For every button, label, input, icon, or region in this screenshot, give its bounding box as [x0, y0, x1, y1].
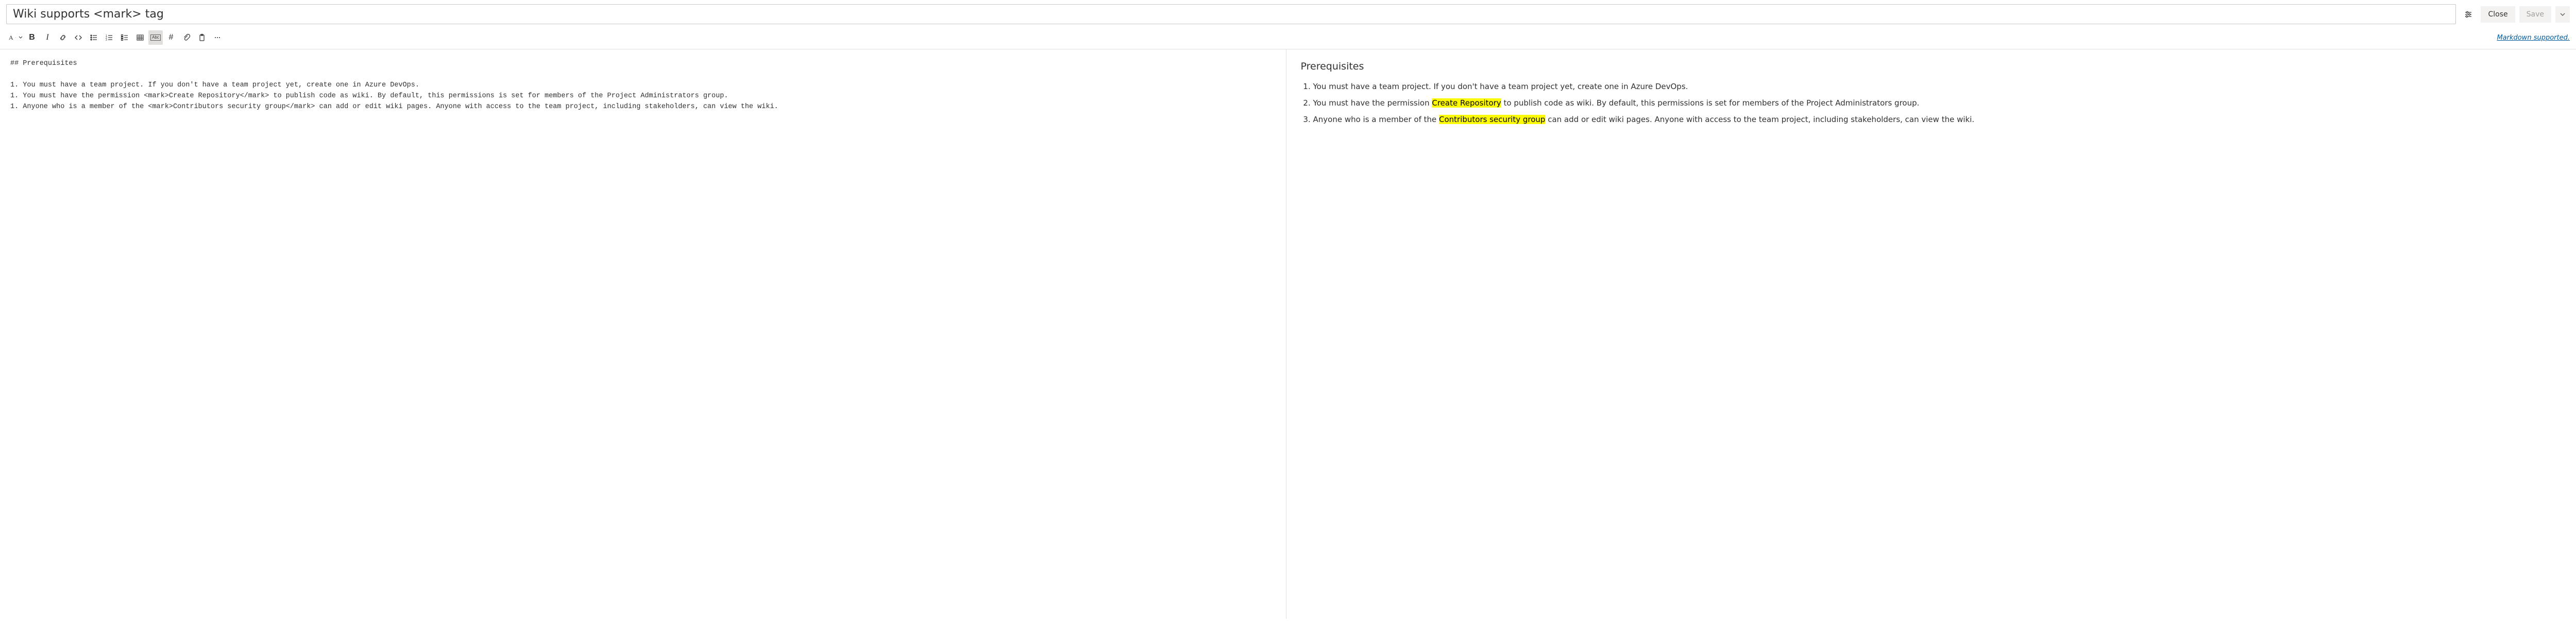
clipboard-icon [198, 33, 206, 42]
table-button[interactable] [133, 30, 147, 45]
code-button[interactable] [71, 30, 86, 45]
view-options-button[interactable] [2460, 6, 2477, 23]
link-icon [59, 33, 67, 42]
sliders-icon [2464, 10, 2472, 19]
close-button[interactable]: Close [2481, 6, 2515, 23]
bullet-list-button[interactable] [87, 30, 101, 45]
toolbar-row: A ⁄ B I [0, 28, 2576, 49]
bold-button[interactable]: B [25, 30, 39, 45]
save-dropdown-button[interactable] [2555, 6, 2570, 23]
paperclip-icon [182, 33, 191, 42]
preview-heading: Prerequisites [1301, 59, 2566, 74]
code-icon [74, 33, 82, 42]
italic-icon: I [46, 33, 48, 42]
svg-text:⁄: ⁄ [15, 37, 16, 39]
markdown-preview: Prerequisites You must have a team proje… [1286, 49, 2576, 619]
highlight: Contributors security group [1439, 115, 1545, 124]
attachment-button[interactable] [179, 30, 194, 45]
list-item: You must have a team project. If you don… [1313, 80, 2566, 93]
markdown-supported-link[interactable]: Markdown supported. [2497, 34, 2570, 42]
list-item: Anyone who is a member of the Contributo… [1313, 113, 2566, 126]
text-format-button[interactable]: A ⁄ [6, 30, 24, 45]
page-title-input[interactable] [6, 4, 2456, 24]
highlight-button[interactable]: Abc [148, 30, 163, 45]
highlight-abc-icon: Abc [150, 34, 161, 41]
link-button[interactable] [56, 30, 70, 45]
table-icon [136, 33, 144, 42]
svg-text:A: A [9, 34, 13, 41]
chevron-down-icon [2560, 11, 2566, 18]
header-bar: Close Save [0, 0, 2576, 28]
heading-button[interactable]: # [164, 30, 178, 45]
editor-split: ## Prerequisites 1. You must have a team… [0, 49, 2576, 619]
highlight: Create Repository [1432, 98, 1501, 108]
more-button[interactable] [210, 30, 225, 45]
bold-icon: B [29, 33, 35, 42]
save-button[interactable]: Save [2519, 6, 2551, 23]
bullet-list-icon [90, 33, 98, 42]
list-item: You must have the permission Create Repo… [1313, 97, 2566, 109]
checklist-button[interactable] [117, 30, 132, 45]
text-a-icon: A ⁄ [8, 34, 19, 41]
markdown-editor[interactable]: ## Prerequisites 1. You must have a team… [0, 49, 1286, 619]
svg-text:3: 3 [106, 39, 107, 42]
numbered-list-icon: 1 2 3 [105, 33, 113, 42]
preview-list: You must have a team project. If you don… [1301, 80, 2566, 126]
chevron-down-icon [19, 36, 23, 40]
numbered-list-button[interactable]: 1 2 3 [102, 30, 116, 45]
formatting-toolbar: A ⁄ B I [6, 30, 225, 45]
paste-button[interactable] [195, 30, 209, 45]
checklist-icon [121, 33, 129, 42]
more-icon [213, 33, 222, 42]
hash-icon: # [169, 33, 174, 42]
italic-button[interactable]: I [40, 30, 55, 45]
editor-content: ## Prerequisites 1. You must have a team… [10, 60, 778, 111]
